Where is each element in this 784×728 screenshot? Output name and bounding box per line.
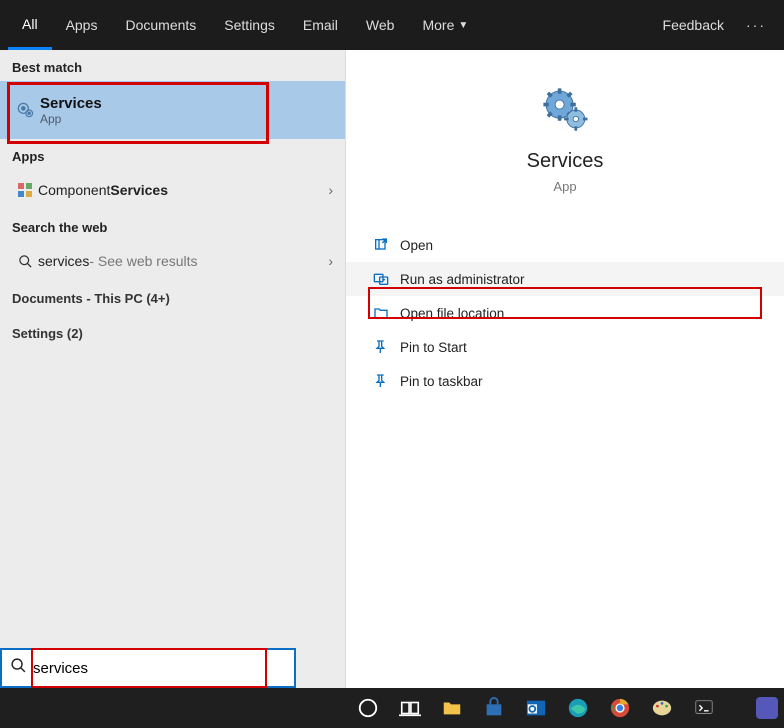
best-match-subtitle: App (40, 112, 102, 126)
tab-more[interactable]: More ▼ (408, 0, 482, 50)
start-search-box[interactable] (0, 648, 296, 688)
apps-section-label: Apps (0, 139, 345, 170)
tab-all[interactable]: All (8, 0, 52, 50)
taskbar (0, 688, 784, 728)
action-open-label: Open (400, 238, 433, 253)
component-services-bold: Services (110, 182, 168, 198)
search-web-label: Search the web (0, 210, 345, 241)
folder-icon (370, 305, 392, 321)
action-open-file-location[interactable]: Open file location (346, 296, 784, 330)
chevron-down-icon: ▼ (458, 20, 468, 31)
admin-icon (370, 271, 392, 287)
best-match-title: Services (40, 95, 102, 112)
settings-category[interactable]: Settings (2) (0, 316, 345, 351)
search-icon (10, 657, 27, 679)
search-filter-tabs: All Apps Documents Settings Email Web Mo… (0, 0, 784, 50)
tab-web[interactable]: Web (352, 0, 409, 50)
tab-email[interactable]: Email (289, 0, 352, 50)
search-input[interactable] (33, 660, 286, 677)
action-open[interactable]: Open (346, 228, 784, 262)
tab-more-label: More (422, 17, 454, 33)
results-list: Best match Services App Apps Component (0, 50, 346, 688)
services-icon (10, 100, 40, 120)
chrome-icon[interactable] (602, 690, 638, 726)
tab-documents[interactable]: Documents (111, 0, 210, 50)
web-query-text: services (38, 253, 89, 269)
outlook-icon[interactable] (518, 690, 554, 726)
documents-category[interactable]: Documents - This PC (4+) (0, 281, 345, 316)
detail-panel: Services App Open Run as administrator (346, 50, 784, 688)
magnifier-icon (12, 254, 38, 269)
paint-icon[interactable] (644, 690, 680, 726)
best-match-services[interactable]: Services App (0, 81, 345, 139)
web-suffix-text: - See web results (89, 253, 197, 269)
store-icon[interactable] (476, 690, 512, 726)
chevron-right-icon: › (328, 253, 333, 269)
action-pin-start-label: Pin to Start (400, 340, 467, 355)
task-view-icon[interactable] (392, 690, 428, 726)
component-services-prefix: Component (38, 182, 110, 198)
detail-subtitle: App (553, 179, 576, 194)
action-location-label: Open file location (400, 306, 504, 321)
result-web-services[interactable]: services - See web results › (0, 241, 345, 281)
action-pin-to-taskbar[interactable]: Pin to taskbar (346, 364, 784, 398)
component-services-icon (12, 182, 38, 198)
chevron-right-icon: › (328, 182, 333, 198)
action-pin-to-start[interactable]: Pin to Start (346, 330, 784, 364)
tab-apps[interactable]: Apps (52, 0, 112, 50)
terminal-icon[interactable] (686, 690, 722, 726)
feedback-link[interactable]: Feedback (651, 17, 736, 33)
action-admin-label: Run as administrator (400, 272, 525, 287)
more-options-button[interactable]: ··· (736, 17, 776, 33)
detail-title: Services (527, 150, 604, 173)
tab-settings[interactable]: Settings (210, 0, 289, 50)
search-results-panel: Best match Services App Apps Component (0, 50, 784, 688)
services-large-icon (535, 80, 595, 140)
pin-icon (370, 373, 392, 389)
file-explorer-icon[interactable] (434, 690, 470, 726)
action-run-as-admin[interactable]: Run as administrator (346, 262, 784, 296)
detail-actions: Open Run as administrator Open file loca… (346, 228, 784, 398)
best-match-label: Best match (0, 50, 345, 81)
result-component-services[interactable]: Component Services › (0, 170, 345, 210)
open-icon (370, 237, 392, 253)
teams-icon[interactable] (756, 697, 778, 719)
edge-icon[interactable] (560, 690, 596, 726)
action-pin-taskbar-label: Pin to taskbar (400, 374, 483, 389)
pin-icon (370, 339, 392, 355)
cortana-icon[interactable] (350, 690, 386, 726)
